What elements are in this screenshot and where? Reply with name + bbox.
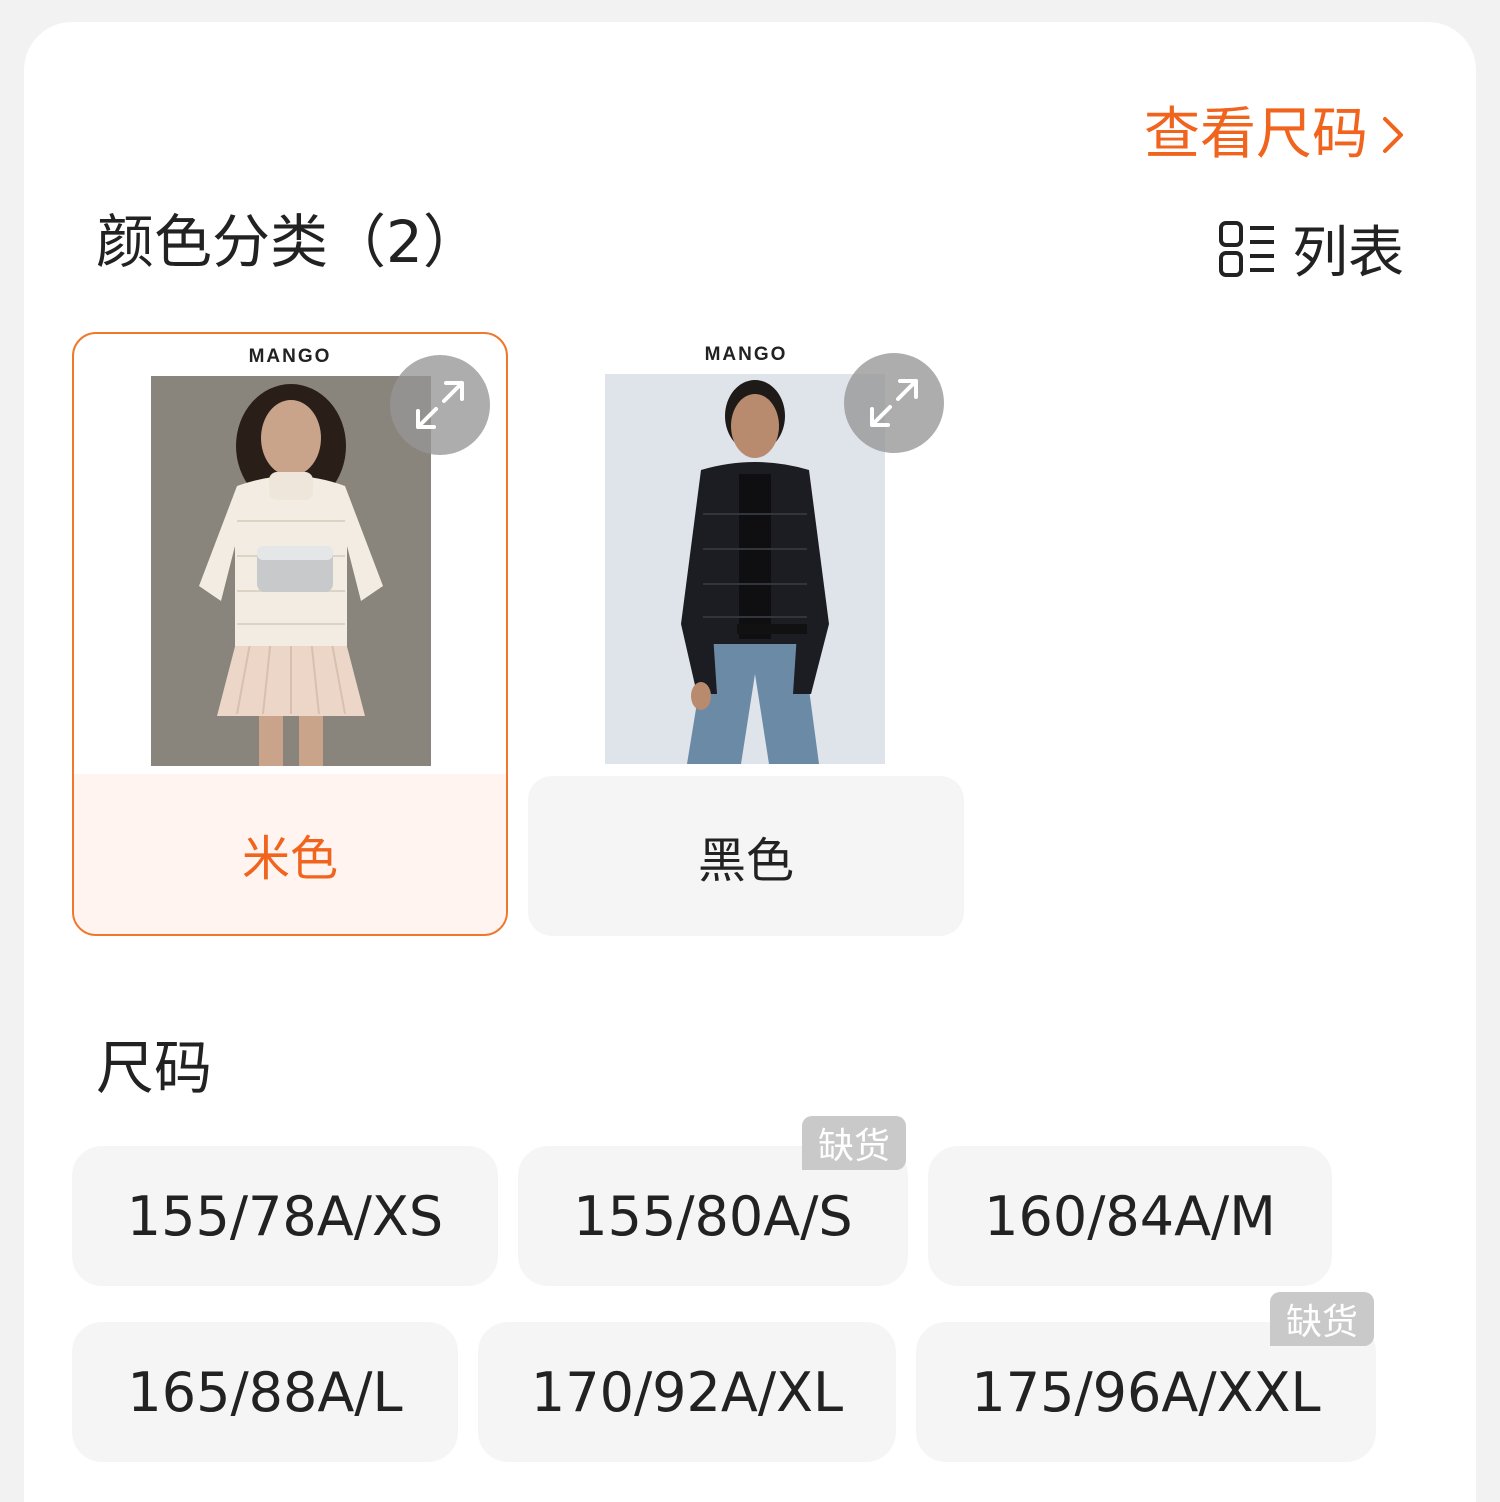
size-option-label: 155/80A/S <box>573 1184 853 1248</box>
size-option-label: 170/92A/XL <box>530 1360 844 1424</box>
size-guide-link[interactable]: 查看尺码 <box>1144 100 1404 170</box>
size-option-label: 155/78A/XS <box>126 1184 444 1248</box>
product-photo-beige <box>151 376 431 766</box>
size-option-label: 160/84A/M <box>984 1184 1276 1248</box>
size-option-label: 175/96A/XXL <box>971 1360 1321 1424</box>
chevron-right-icon <box>1383 117 1403 153</box>
size-option[interactable]: 155/78A/XS <box>72 1146 498 1286</box>
list-view-toggle[interactable]: 列表 <box>1218 208 1404 289</box>
color-section-title: 颜色分类（2） <box>96 208 481 276</box>
list-view-icon <box>1219 220 1274 277</box>
expand-icon <box>870 379 918 427</box>
out-of-stock-badge: 缺货 <box>1270 1292 1375 1346</box>
size-option[interactable]: 160/84A/M <box>928 1146 1332 1286</box>
list-view-label: 列表 <box>1292 221 1404 286</box>
size-option-label: 165/88A/L <box>127 1360 403 1424</box>
product-photo-black <box>605 374 885 764</box>
color-option-beige[interactable]: MANGO 米色 <box>72 332 508 936</box>
color-option-black[interactable]: MANGO 黑色 <box>528 332 964 936</box>
size-option[interactable]: 170/92A/XL <box>478 1322 896 1462</box>
size-option[interactable]: 165/88A/L <box>72 1322 458 1462</box>
size-guide-label: 查看尺码 <box>1144 102 1368 167</box>
out-of-stock-badge: 缺货 <box>802 1116 907 1170</box>
color-option-label: 黑色 <box>528 776 964 936</box>
size-section-title: 尺码 <box>96 1034 213 1102</box>
expand-button[interactable] <box>390 355 490 455</box>
color-option-label: 米色 <box>74 774 506 934</box>
sku-selector-panel: 查看尺码 颜色分类（2） 列表 MANGO 米色 MANGO 黑色 尺码 155… <box>24 22 1476 1502</box>
expand-button[interactable] <box>844 353 944 453</box>
expand-icon <box>416 381 464 429</box>
